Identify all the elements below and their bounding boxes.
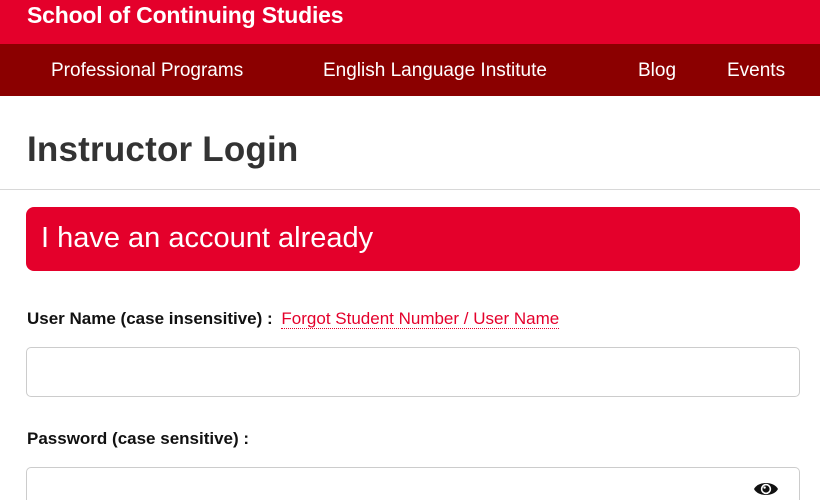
password-input[interactable]	[26, 467, 800, 500]
nav-item-blog[interactable]: Blog	[638, 44, 676, 96]
nav-item-english-language-institute[interactable]: English Language Institute	[323, 44, 547, 96]
username-label: User Name (case insensitive) :	[27, 309, 273, 328]
section-banner: I have an account already	[26, 207, 800, 271]
section-banner-text: I have an account already	[41, 222, 374, 254]
forgot-username-link[interactable]: Forgot Student Number / User Name	[281, 309, 560, 329]
nav-item-events[interactable]: Events	[727, 44, 785, 96]
nav-item-professional-programs[interactable]: Professional Programs	[51, 44, 243, 96]
eye-icon[interactable]	[753, 479, 779, 499]
main-nav: Professional Programs English Language I…	[0, 44, 820, 96]
password-label: Password (case sensitive) :	[27, 429, 250, 448]
title-divider	[0, 189, 820, 190]
brand-bar: School of Continuing Studies	[0, 0, 820, 44]
username-input[interactable]	[26, 347, 800, 397]
site-title[interactable]: School of Continuing Studies	[27, 0, 344, 30]
username-label-row: User Name (case insensitive) : Forgot St…	[27, 307, 560, 331]
page-title: Instructor Login	[27, 130, 299, 169]
